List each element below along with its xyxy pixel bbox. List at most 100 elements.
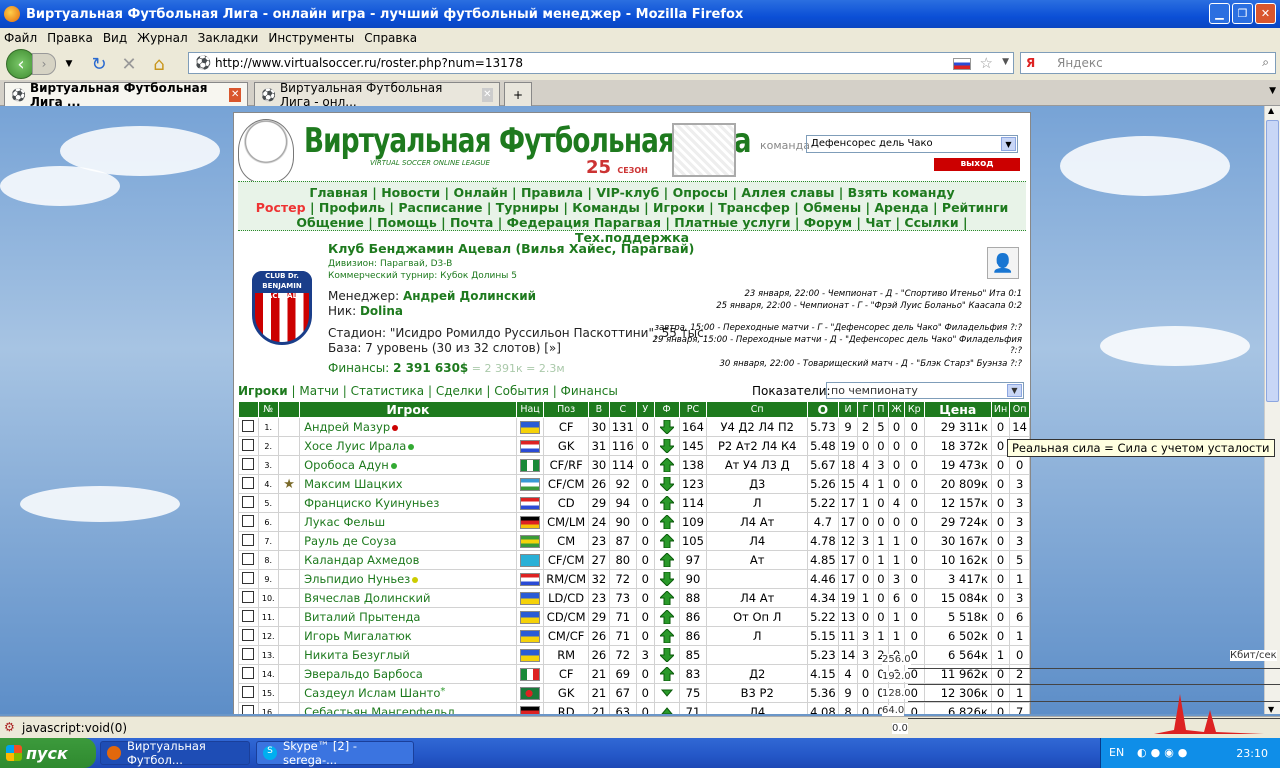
- player-name[interactable]: Саздеул Ислам Шанто: [304, 686, 440, 700]
- menu-edit[interactable]: Правка: [47, 31, 93, 45]
- menu-help[interactable]: Справка: [364, 31, 417, 45]
- col-yellow[interactable]: Ж: [888, 401, 905, 418]
- menu-row-1[interactable]: Главная | Новости | Онлайн | Правила | V…: [238, 185, 1026, 200]
- player-name[interactable]: Рауль де Соуза: [304, 534, 396, 548]
- window-titlebar[interactable]: Виртуальная Футбольная Лига - онлайн игр…: [0, 0, 1280, 28]
- table-row[interactable]: 2. Хосе Луис Ирала GK 31 116 0 145 Р2 Ат2 Л4 К4…: [238, 436, 1030, 456]
- subtab-finance[interactable]: Финансы: [561, 384, 618, 398]
- table-row[interactable]: 8. Каландар Ахмедов CF/CM 27 80 0 97 Ат 4.85 17 0 1…: [238, 550, 1030, 570]
- nationality-flag-icon[interactable]: [520, 706, 541, 714]
- nick-value[interactable]: Dolina: [360, 304, 403, 318]
- nationality-flag-icon[interactable]: [520, 516, 541, 529]
- nationality-flag-icon[interactable]: [520, 668, 541, 681]
- menu-bookmarks[interactable]: Закладки: [198, 31, 259, 45]
- subtab-stats[interactable]: Статистика: [351, 384, 425, 398]
- nationality-flag-icon[interactable]: [520, 554, 541, 567]
- nationality-flag-icon[interactable]: [520, 478, 541, 491]
- menu-roster-active[interactable]: Ростер: [256, 200, 306, 215]
- nationality-flag-icon[interactable]: [520, 573, 541, 586]
- tab-list-icon[interactable]: ▼: [1269, 86, 1276, 96]
- player-name[interactable]: Эверальдо Барбоса: [304, 667, 423, 681]
- row-checkbox[interactable]: [242, 609, 255, 622]
- table-row[interactable]: 9. Эльпидио Нуньез RM/CM 32 72 0 90 4.46 17 0 0 3 0 3…: [238, 569, 1030, 589]
- col-rating[interactable]: О: [807, 401, 839, 418]
- menu-history[interactable]: Журнал: [137, 31, 188, 45]
- player-name[interactable]: Вячеслав Долинский: [304, 591, 430, 605]
- bookmark-star-icon[interactable]: ☆: [980, 54, 993, 72]
- col-number[interactable]: №: [257, 401, 279, 418]
- tab-2[interactable]: ⚽ Виртуальная Футбольная Лига - онл... ✕: [254, 81, 500, 109]
- language-indicator[interactable]: EN: [1109, 746, 1124, 759]
- base-line[interactable]: База: 7 уровень (30 из 32 слотов) [»]: [328, 341, 561, 355]
- club-commercial-tournament[interactable]: Коммерческий турнир: Кубок Долины 5: [328, 271, 517, 281]
- row-checkbox[interactable]: [242, 457, 255, 470]
- player-name[interactable]: Себастьян Мангерфельд: [304, 705, 455, 714]
- table-row[interactable]: 1. Андрей Мазур CF 30 131 0 164 У4 Д2 Л4 П2 5.73…: [238, 417, 1030, 437]
- row-checkbox[interactable]: [242, 704, 255, 714]
- nationality-flag-icon[interactable]: [520, 592, 541, 605]
- col-goals[interactable]: Г: [857, 401, 874, 418]
- table-row[interactable]: 3. Оробоса Адун CF/RF 30 114 0 138 Ат У4 Л3 Д 5.…: [238, 455, 1030, 475]
- schedule-item[interactable]: 23 января, 22:00 - Чемпионат - Д - "Спор…: [744, 289, 1022, 299]
- club-division[interactable]: Дивизион: Парагвай, D3-B: [328, 259, 452, 269]
- row-checkbox[interactable]: [242, 533, 255, 546]
- subtab-deals[interactable]: Сделки: [436, 384, 483, 398]
- player-name[interactable]: Виталий Прытенда: [304, 610, 420, 624]
- nationality-flag-icon[interactable]: [520, 687, 541, 700]
- player-name[interactable]: Максим Шацких: [304, 477, 402, 491]
- row-checkbox[interactable]: [242, 514, 255, 527]
- schedule-item[interactable]: 30 января, 22:00 - Товарищеский матч - Д…: [720, 359, 1023, 369]
- table-row[interactable]: 4. ★ Максим Шацких CF/CM 26 92 0 123 Д3 5.26 15 4 1 0…: [238, 474, 1030, 494]
- search-bar[interactable]: Я Яндекс ⌕: [1020, 52, 1276, 74]
- player-name[interactable]: Каландар Ахмедов: [304, 553, 419, 567]
- table-row[interactable]: 5. Франциско Куинуньез CD 29 94 0 114 Л 5.22 17 1 0…: [238, 493, 1030, 513]
- player-name[interactable]: Оробоса Адун: [304, 458, 389, 472]
- home-icon[interactable]: ⌂: [148, 53, 170, 75]
- player-name[interactable]: Андрей Мазур: [304, 420, 390, 434]
- row-checkbox[interactable]: [242, 685, 255, 698]
- row-checkbox[interactable]: [242, 666, 255, 679]
- manager-avatar[interactable]: 👤: [987, 247, 1019, 279]
- nationality-flag-icon[interactable]: [520, 421, 541, 434]
- new-tab-button[interactable]: +: [504, 82, 532, 106]
- col-strength[interactable]: С: [608, 401, 637, 418]
- menu-view[interactable]: Вид: [103, 31, 127, 45]
- row-checkbox[interactable]: [242, 590, 255, 603]
- table-row[interactable]: 10. Вячеслав Долинский LD/CD 23 73 0 88 Л4 Ат 4.…: [238, 588, 1030, 608]
- col-in[interactable]: Ин: [990, 401, 1011, 418]
- player-name[interactable]: Франциско Куинуньез: [304, 496, 439, 510]
- row-checkbox[interactable]: [242, 476, 255, 489]
- taskbar-skype[interactable]: S Skype™ [2] - serega-...: [256, 739, 414, 767]
- team-select[interactable]: Дефенсорес дель Чако ▼: [806, 135, 1018, 153]
- history-dropdown-icon[interactable]: ▼: [58, 53, 80, 75]
- indicators-select[interactable]: по чемпионату ▼: [826, 382, 1024, 399]
- logout-button[interactable]: выход: [934, 158, 1020, 171]
- chevron-down-icon[interactable]: ▼: [1001, 137, 1016, 151]
- player-name[interactable]: Лукас Фельш: [304, 515, 385, 529]
- table-row[interactable]: 6. Лукас Фельш CM/LM 24 90 0 109 Л4 Ат 4.7 17 0 0 0 0…: [238, 512, 1030, 532]
- row-checkbox[interactable]: [242, 495, 255, 508]
- row-checkbox[interactable]: [242, 628, 255, 641]
- menu-row-2[interactable]: Ростер | Профиль | Расписание | Турниры …: [238, 200, 1026, 215]
- chevron-down-icon[interactable]: ▼: [1007, 384, 1022, 397]
- col-games[interactable]: И: [837, 401, 859, 418]
- search-icon[interactable]: ⌕: [1262, 55, 1269, 70]
- row-checkbox[interactable]: [242, 552, 255, 565]
- row-checkbox[interactable]: [242, 438, 255, 451]
- manager-name[interactable]: Андрей Долинский: [403, 289, 536, 303]
- tab-1[interactable]: ⚽ Виртуальная Футбольная Лига ... ✕: [4, 81, 248, 109]
- maximize-button[interactable]: ❐: [1232, 3, 1253, 24]
- reload-icon[interactable]: ↻: [88, 53, 110, 75]
- stop-icon[interactable]: ✕: [118, 53, 140, 75]
- start-button[interactable]: пуск: [0, 738, 96, 768]
- scroll-up-icon[interactable]: ▲: [1268, 106, 1274, 115]
- col-assists[interactable]: П: [872, 401, 890, 418]
- minimize-button[interactable]: ▁: [1209, 3, 1230, 24]
- player-name[interactable]: Эльпидио Нуньез: [304, 572, 410, 586]
- player-name[interactable]: Никита Безуглый: [304, 648, 410, 662]
- menu-file[interactable]: Файл: [4, 31, 37, 45]
- nationality-flag-icon[interactable]: [520, 649, 541, 662]
- col-price[interactable]: Цена: [923, 401, 992, 418]
- row-checkbox[interactable]: [242, 419, 255, 432]
- nationality-flag-icon[interactable]: [520, 440, 541, 453]
